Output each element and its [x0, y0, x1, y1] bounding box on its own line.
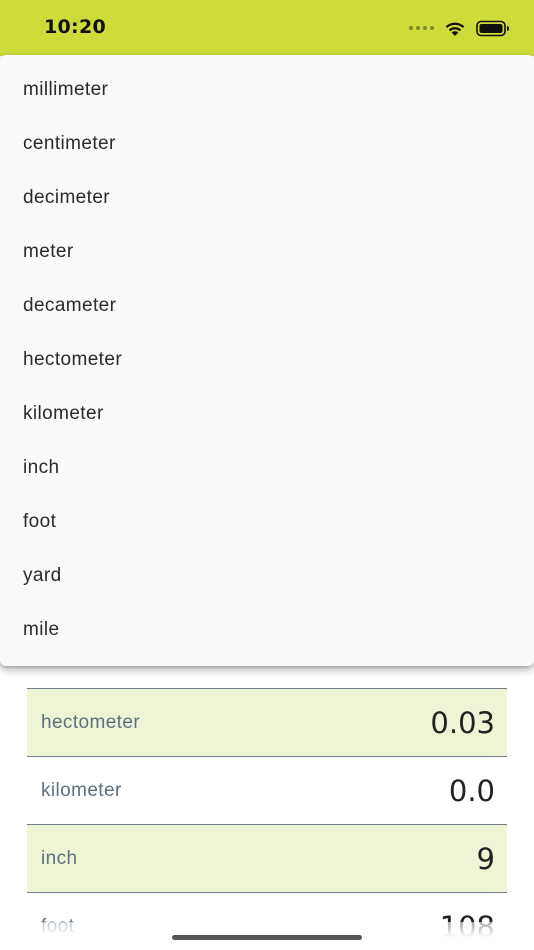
result-value: 0.0: [448, 773, 495, 808]
result-value: 0.03: [430, 705, 495, 740]
battery-icon: [476, 20, 509, 36]
menu-item-meter[interactable]: meter: [0, 225, 534, 279]
home-indicator[interactable]: [172, 935, 362, 940]
status-bar: 10:20: [0, 0, 534, 56]
menu-item-decameter[interactable]: decameter: [0, 279, 534, 333]
conversion-results: hectometer 0.03 kilometer 0.0 inch 9 foo…: [27, 688, 507, 950]
result-row[interactable]: inch 9: [27, 824, 507, 892]
result-unit: hectometer: [41, 711, 141, 733]
menu-item-decimeter[interactable]: decimeter: [0, 171, 534, 225]
menu-item-yard[interactable]: yard: [0, 549, 534, 603]
status-icons: [409, 18, 510, 38]
signal-dots-icon: [409, 26, 434, 30]
menu-item-centimeter[interactable]: centimeter: [0, 117, 534, 171]
result-unit: inch: [41, 847, 78, 869]
menu-item-foot[interactable]: foot: [0, 495, 534, 549]
menu-item-kilometer[interactable]: kilometer: [0, 387, 534, 441]
menu-item-inch[interactable]: inch: [0, 441, 534, 495]
status-time: 10:20: [44, 16, 106, 38]
menu-item-mile[interactable]: mile: [0, 603, 534, 657]
result-value: 9: [476, 841, 495, 876]
menu-item-millimeter[interactable]: millimeter: [0, 63, 534, 117]
result-row[interactable]: kilometer 0.0: [27, 756, 507, 824]
wifi-icon: [445, 22, 465, 36]
unit-dropdown-menu: millimeter centimeter decimeter meter de…: [0, 55, 534, 666]
app-screen: 10:20 hectometer 0.03 kilometer 0.0 inch…: [0, 0, 534, 950]
menu-item-hectometer[interactable]: hectometer: [0, 333, 534, 387]
result-unit: kilometer: [41, 779, 122, 801]
result-row[interactable]: hectometer 0.03: [27, 688, 507, 756]
